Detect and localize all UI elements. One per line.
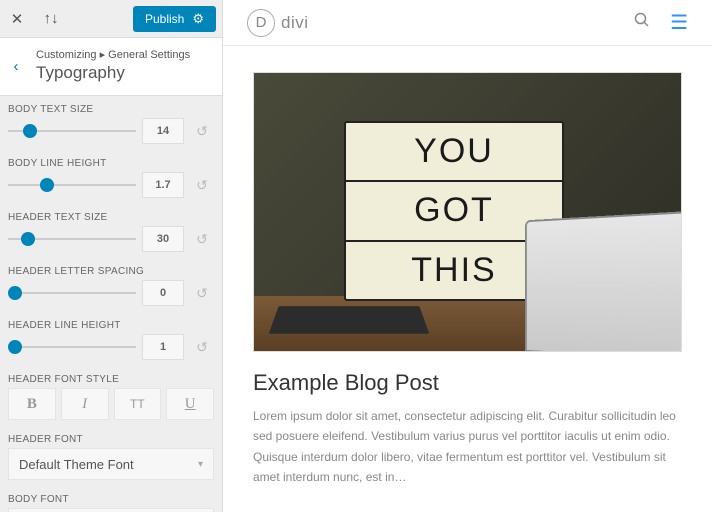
- body-text-size-control: BODY TEXT SIZE 14 ↺: [8, 104, 214, 144]
- italic-button[interactable]: I: [61, 388, 109, 420]
- menu-icon[interactable]: ☰: [670, 10, 688, 35]
- header-line-height-value[interactable]: 1: [142, 334, 184, 360]
- header-font-style-control: HEADER FONT STYLE B I TT U: [8, 374, 214, 420]
- header-text-size-value[interactable]: 30: [142, 226, 184, 252]
- reset-icon[interactable]: ↺: [190, 177, 214, 194]
- publish-button[interactable]: Publish ⚙: [133, 6, 216, 32]
- bold-button[interactable]: B: [8, 388, 56, 420]
- site-logo[interactable]: D divi: [247, 9, 309, 37]
- reorder-button[interactable]: ↑↓: [34, 10, 68, 27]
- post-image[interactable]: YOU GOT THIS: [253, 72, 682, 352]
- panel-header: ‹ Customizing ▸ General Settings Typogra…: [0, 38, 222, 96]
- preview-pane: D divi ☰ YOU GOT THIS Example Blog Post: [223, 0, 712, 512]
- body-line-height-value[interactable]: 1.7: [142, 172, 184, 198]
- body-text-size-value[interactable]: 14: [142, 118, 184, 144]
- logo-d-icon: D: [247, 9, 275, 37]
- uppercase-button[interactable]: TT: [114, 388, 162, 420]
- header-font-select[interactable]: Default Theme Font ▾: [8, 448, 214, 480]
- body-line-height-control: BODY LINE HEIGHT 1.7 ↺: [8, 158, 214, 198]
- panel-title: Typography: [36, 63, 208, 83]
- site-header: D divi ☰: [223, 0, 712, 46]
- header-line-height-control: HEADER LINE HEIGHT 1 ↺: [8, 320, 214, 360]
- chevron-down-icon: ▾: [198, 459, 203, 470]
- header-line-height-slider[interactable]: [8, 337, 136, 357]
- preview-body: YOU GOT THIS Example Blog Post Lorem ips…: [223, 46, 712, 512]
- header-text-size-control: HEADER TEXT SIZE 30 ↺: [8, 212, 214, 252]
- header-text-size-slider[interactable]: [8, 229, 136, 249]
- reset-icon[interactable]: ↺: [190, 123, 214, 140]
- reset-icon[interactable]: ↺: [190, 339, 214, 356]
- publish-label: Publish: [145, 12, 184, 26]
- back-button[interactable]: ‹: [4, 58, 28, 75]
- post-excerpt: Lorem ipsum dolor sit amet, consectetur …: [253, 406, 682, 488]
- gear-icon: ⚙: [192, 11, 204, 27]
- sidebar-topbar: ✕ ↑↓ Publish ⚙: [0, 0, 222, 38]
- body-font-control: BODY FONT Default Theme Font ▾: [8, 494, 214, 512]
- reset-icon[interactable]: ↺: [190, 231, 214, 248]
- search-icon[interactable]: [634, 12, 650, 33]
- header-font-control: HEADER FONT Default Theme Font ▾: [8, 434, 214, 480]
- reset-icon[interactable]: ↺: [190, 285, 214, 302]
- header-letter-spacing-value[interactable]: 0: [142, 280, 184, 306]
- breadcrumb: Customizing ▸ General Settings: [36, 48, 208, 61]
- close-button[interactable]: ✕: [0, 10, 34, 28]
- header-letter-spacing-slider[interactable]: [8, 283, 136, 303]
- customizer-sidebar: ✕ ↑↓ Publish ⚙ ‹ Customizing ▸ General S…: [0, 0, 223, 512]
- body-font-select[interactable]: Default Theme Font ▾: [8, 508, 214, 512]
- header-letter-spacing-control: HEADER LETTER SPACING 0 ↺: [8, 266, 214, 306]
- underline-button[interactable]: U: [166, 388, 214, 420]
- controls-list: BODY TEXT SIZE 14 ↺ BODY LINE HEIGHT 1.7…: [0, 96, 222, 512]
- body-line-height-slider[interactable]: [8, 175, 136, 195]
- post-title[interactable]: Example Blog Post: [253, 370, 682, 396]
- body-text-size-slider[interactable]: [8, 121, 136, 141]
